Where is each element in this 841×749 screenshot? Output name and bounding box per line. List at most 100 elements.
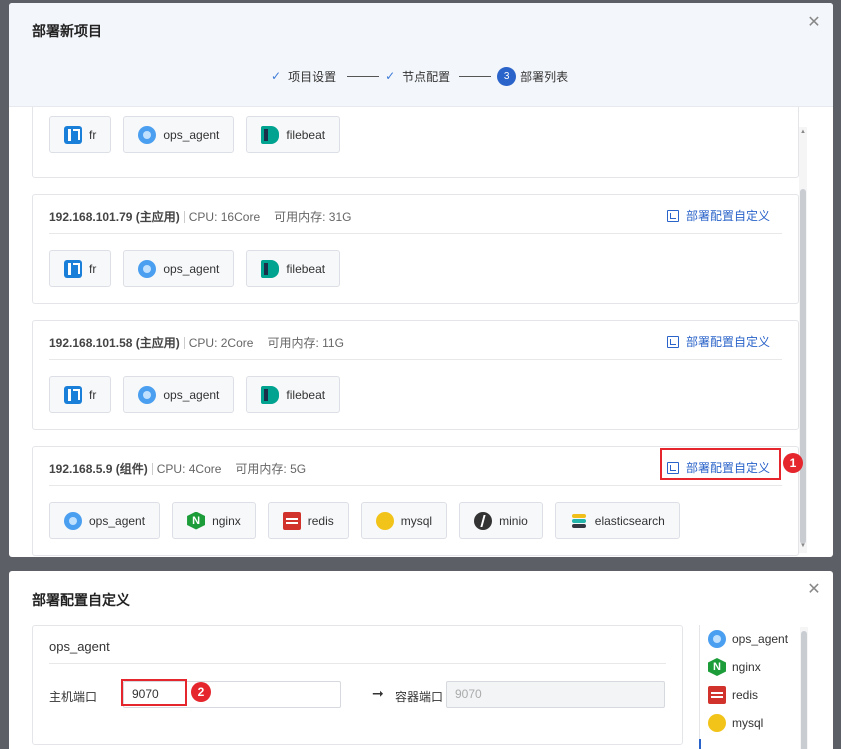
ops-agent-icon bbox=[64, 511, 82, 530]
chip-label: fr bbox=[89, 261, 97, 276]
close-icon[interactable]: ✕ bbox=[806, 581, 822, 597]
custom-config-dialog: 部署配置自定义 ✕ ops_agent 主机端口 9070 ➞ 容器端口 907… bbox=[9, 571, 833, 749]
check-icon: ✓ bbox=[271, 69, 282, 83]
chip-label: filebeat bbox=[286, 261, 326, 276]
component-chip-nginx[interactable]: Nnginx bbox=[172, 502, 256, 539]
node-host: 192.168.101.58 (主应用) bbox=[49, 336, 180, 350]
custom-config-link[interactable]: 部署配置自定义 bbox=[666, 333, 770, 350]
dialog-title: 部署新项目 bbox=[32, 23, 102, 39]
minio-icon bbox=[474, 511, 493, 530]
component-chip-filebeat[interactable]: filebeat bbox=[246, 376, 341, 413]
fr-icon bbox=[64, 385, 82, 404]
component-chip-mysql[interactable]: mysql bbox=[360, 502, 448, 539]
scrollbar[interactable] bbox=[800, 627, 808, 749]
component-chip-fr[interactable]: fr bbox=[49, 376, 112, 413]
steps-bar: ✓ 项目设置 ✓ 节点配置 3 部署列表 bbox=[271, 65, 568, 87]
component-chip-filebeat[interactable]: filebeat bbox=[246, 250, 341, 287]
step-connector bbox=[347, 75, 380, 77]
chip-label: ops_agent bbox=[89, 513, 146, 528]
node-host: 192.168.101.79 (主应用) bbox=[49, 210, 180, 224]
node-memory: 可用内存: 31G bbox=[274, 210, 352, 224]
chip-label: elasticsearch bbox=[594, 513, 665, 528]
node-cpu: CPU: 16Core bbox=[188, 209, 261, 224]
ops-agent-icon bbox=[138, 385, 157, 404]
divider bbox=[183, 210, 185, 223]
scrollbar[interactable]: ▲ ▼ bbox=[799, 127, 807, 553]
expand-icon bbox=[666, 335, 679, 348]
chip-label: fr bbox=[89, 387, 97, 402]
component-chip-ops-agent[interactable]: ops_agent bbox=[123, 376, 235, 413]
step-node-config: ✓ 节点配置 bbox=[385, 68, 450, 85]
expand-icon bbox=[666, 209, 679, 222]
node-list[interactable]: fr ops_agent filebeat 192.168.101.79 (主应… bbox=[9, 107, 809, 557]
dialog-title: 部署配置自定义 bbox=[32, 592, 130, 608]
node-card-partial: fr ops_agent filebeat bbox=[32, 107, 799, 178]
chip-label: redis bbox=[307, 513, 334, 528]
divider bbox=[49, 663, 666, 664]
node-card: 192.168.101.58 (主应用) CPU: 2Core 可用内存: 11… bbox=[32, 320, 799, 430]
component-chip-fr[interactable]: fr bbox=[49, 116, 112, 153]
chip-label: ops_agent bbox=[163, 127, 220, 142]
side-item-ops-agent[interactable]: ops_agent bbox=[708, 630, 788, 648]
side-item-label: mysql bbox=[732, 716, 764, 730]
component-chip-filebeat[interactable]: filebeat bbox=[246, 116, 341, 153]
side-item-label: nginx bbox=[732, 660, 761, 674]
mysql-icon bbox=[375, 511, 394, 530]
component-chip-ops-agent[interactable]: ops_agent bbox=[123, 250, 235, 287]
chip-label: minio bbox=[499, 513, 528, 528]
component-row: ops_agent Nnginx redis mysql minio elast… bbox=[49, 502, 692, 539]
component-chip-ops-agent[interactable]: ops_agent bbox=[49, 502, 161, 539]
link-label: 部署配置自定义 bbox=[685, 335, 770, 349]
redis-icon bbox=[708, 686, 726, 704]
divider bbox=[49, 485, 782, 486]
node-cpu: CPU: 2Core bbox=[188, 335, 254, 350]
scrollbar-thumb[interactable] bbox=[801, 631, 807, 749]
filebeat-icon bbox=[261, 125, 280, 144]
step-deploy-list: 3 部署列表 bbox=[497, 66, 568, 86]
step-connector bbox=[459, 75, 492, 77]
scroll-down-icon[interactable]: ▼ bbox=[800, 543, 806, 549]
scroll-up-icon[interactable]: ▲ bbox=[800, 129, 806, 135]
side-item-label: redis bbox=[732, 688, 759, 702]
component-chip-redis[interactable]: redis bbox=[267, 502, 349, 539]
divider bbox=[183, 336, 185, 349]
annotation-badge: 2 bbox=[191, 682, 211, 702]
dialog-header: 部署新项目 ✕ ✓ 项目设置 ✓ 节点配置 3 部署列表 bbox=[9, 3, 833, 107]
node-card: 192.168.101.79 (主应用) CPU: 16Core 可用内存: 3… bbox=[32, 194, 799, 304]
chip-label: filebeat bbox=[286, 387, 326, 402]
node-info: 192.168.5.9 (组件) CPU: 4Core 可用内存: 5G bbox=[49, 460, 306, 477]
annotation-badge: 1 bbox=[783, 453, 803, 473]
chip-label: filebeat bbox=[286, 127, 326, 142]
node-info: 192.168.101.79 (主应用) CPU: 16Core 可用内存: 3… bbox=[49, 208, 351, 225]
annotation-box bbox=[121, 679, 187, 706]
component-chip-fr[interactable]: fr bbox=[49, 250, 112, 287]
component-chip-elasticsearch[interactable]: elasticsearch bbox=[554, 502, 680, 539]
step-label: 节点配置 bbox=[402, 69, 451, 84]
side-item-nginx[interactable]: Nnginx bbox=[708, 658, 761, 676]
component-row: fr ops_agent filebeat bbox=[49, 376, 352, 413]
component-side-list: ops_agent Nnginx redis mysql bbox=[699, 625, 809, 749]
component-row: fr ops_agent filebeat bbox=[49, 116, 352, 153]
component-chip-minio[interactable]: minio bbox=[459, 502, 543, 539]
check-icon: ✓ bbox=[385, 69, 396, 83]
node-host: 192.168.5.9 (组件) bbox=[49, 462, 148, 476]
close-icon[interactable]: ✕ bbox=[806, 14, 822, 30]
fr-icon bbox=[64, 259, 82, 278]
host-port-label: 主机端口 bbox=[49, 690, 98, 704]
ops-agent-icon bbox=[138, 259, 157, 278]
divider bbox=[49, 233, 782, 234]
side-item-mysql[interactable]: mysql bbox=[708, 714, 763, 732]
chip-label: nginx bbox=[212, 513, 241, 528]
elasticsearch-icon bbox=[570, 512, 588, 530]
link-label: 部署配置自定义 bbox=[685, 209, 770, 223]
chip-label: ops_agent bbox=[163, 261, 220, 276]
side-item-redis[interactable]: redis bbox=[708, 686, 758, 704]
component-name: ops_agent bbox=[49, 639, 110, 654]
scrollbar-thumb[interactable] bbox=[800, 189, 806, 544]
container-port-input[interactable]: 9070 bbox=[446, 681, 665, 708]
fr-icon bbox=[64, 125, 82, 144]
custom-config-link[interactable]: 部署配置自定义 bbox=[666, 207, 770, 224]
component-chip-ops-agent[interactable]: ops_agent bbox=[123, 116, 235, 153]
ops-agent-icon bbox=[708, 630, 726, 648]
annotation-box bbox=[660, 448, 781, 480]
